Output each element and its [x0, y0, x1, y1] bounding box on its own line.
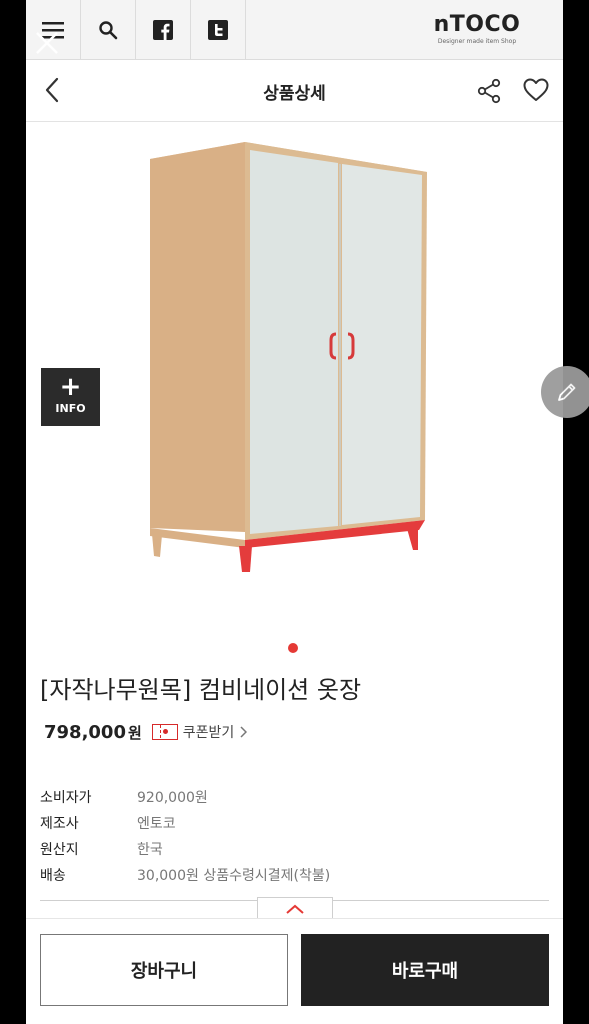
close-icon[interactable] — [34, 30, 60, 56]
chevron-right-icon — [240, 726, 248, 738]
heart-icon — [523, 78, 549, 101]
edit-fab[interactable] — [541, 366, 589, 418]
brand-logo[interactable]: nTOCO Designer made item Shop — [427, 12, 527, 45]
share-button[interactable] — [474, 76, 504, 106]
add-to-cart-button[interactable]: 장바구니 — [40, 934, 288, 1006]
pencil-icon — [558, 383, 576, 401]
twitter-button[interactable] — [191, 0, 246, 60]
spec-value: 한국 — [137, 842, 163, 858]
spec-table: 소비자가 920,000원 제조사 엔토코 원산지 한국 배송 30,000원 … — [40, 784, 330, 888]
carousel-dot-active[interactable] — [288, 643, 298, 653]
spec-row: 배송 30,000원 상품수령시결제(착불) — [40, 862, 330, 888]
search-button[interactable] — [81, 0, 136, 60]
spec-value: 920,000원 — [137, 790, 208, 806]
info-label: INFO — [55, 402, 86, 415]
product-image[interactable]: + INFO — [26, 122, 563, 627]
spec-label: 제조사 — [40, 816, 79, 832]
expand-toggle[interactable] — [257, 897, 333, 919]
search-icon — [99, 21, 118, 40]
spec-row: 원산지 한국 — [40, 836, 330, 862]
page-header: 상품상세 — [26, 60, 563, 122]
app-screen: nTOCO Designer made item Shop 상품상세 + INF… — [26, 0, 563, 1024]
wardrobe-illustration — [150, 142, 427, 572]
spec-label: 배송 — [40, 868, 66, 884]
coupon-label: 쿠폰받기 — [182, 725, 235, 741]
spec-value: 30,000원 상품수령시결제(착불) — [137, 868, 331, 884]
action-bar: 장바구니 바로구매 — [26, 918, 563, 1024]
top-bar: nTOCO Designer made item Shop — [26, 0, 563, 60]
spec-row: 제조사 엔토코 — [40, 810, 330, 836]
facebook-icon — [153, 20, 173, 40]
plus-icon: + — [59, 372, 82, 402]
product-price: 798,000 — [44, 721, 126, 743]
info-button[interactable]: + INFO — [41, 368, 100, 426]
twitter-icon — [208, 20, 228, 40]
price-unit: 원 — [127, 723, 142, 742]
buy-now-button[interactable]: 바로구매 — [301, 934, 549, 1006]
product-name: [자작나무원목] 컴비네이션 옷장 — [40, 676, 362, 704]
chevron-up-icon — [286, 904, 304, 914]
like-button[interactable] — [520, 74, 552, 106]
spec-label: 소비자가 — [40, 790, 92, 806]
logo-tagline: Designer made item Shop — [437, 38, 517, 45]
price-row: 798,000 원 쿠폰받기 — [44, 718, 248, 746]
coupon-icon — [151, 724, 178, 740]
spec-label: 원산지 — [40, 842, 79, 858]
coupon-button[interactable]: 쿠폰받기 — [151, 722, 248, 742]
logo-text: nTOCO — [433, 12, 521, 37]
spec-row: 소비자가 920,000원 — [40, 784, 330, 810]
share-icon — [477, 78, 501, 104]
spec-value: 엔토코 — [137, 816, 176, 832]
facebook-button[interactable] — [136, 0, 191, 60]
